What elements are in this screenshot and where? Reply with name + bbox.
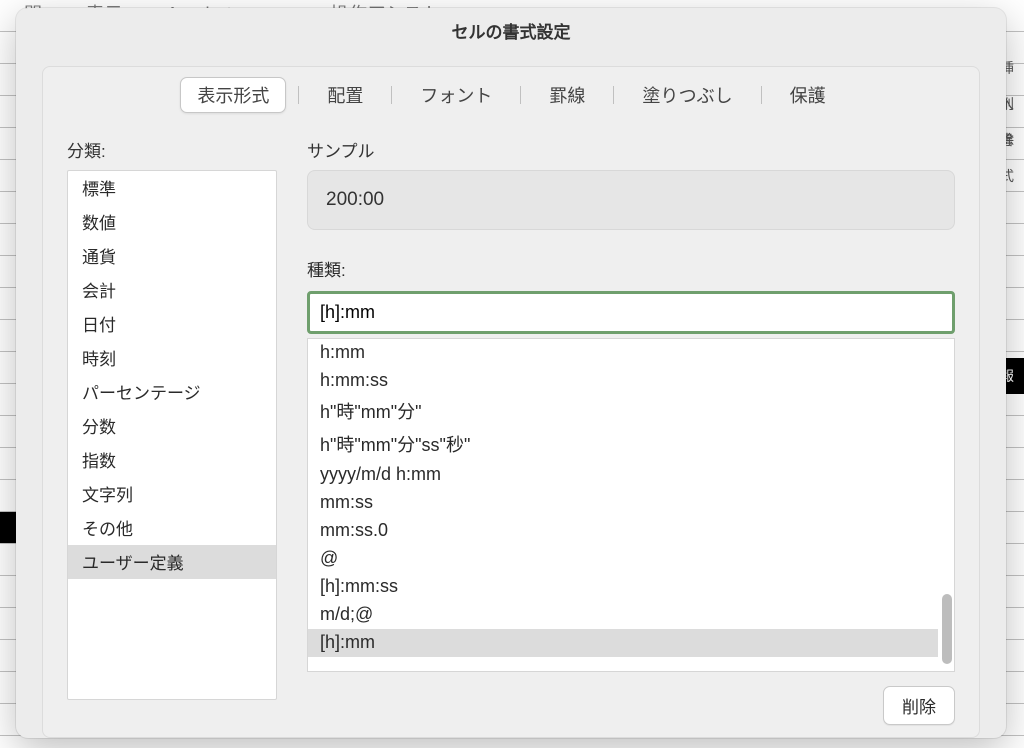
type-item[interactable]: h"時"mm"分"ss"秒" [308, 428, 938, 461]
category-item[interactable]: 時刻 [68, 341, 276, 375]
tab-font[interactable]: フォント [404, 78, 508, 112]
sample-box: 200:00 [307, 170, 955, 230]
tab-separator [391, 86, 392, 104]
type-input-wrap [307, 291, 955, 334]
tab-protect[interactable]: 保護 [774, 78, 842, 112]
type-item[interactable]: mm:ss [308, 489, 938, 517]
category-item[interactable]: 数値 [68, 205, 276, 239]
category-item[interactable]: 通貨 [68, 239, 276, 273]
tab-align[interactable]: 配置 [311, 78, 379, 112]
type-item[interactable]: m/d;@ [308, 601, 938, 629]
category-item[interactable]: 指数 [68, 443, 276, 477]
type-list-scrollbar[interactable] [942, 594, 952, 664]
category-item[interactable]: 日付 [68, 307, 276, 341]
tab-separator [761, 86, 762, 104]
type-item[interactable]: h"時"mm"分" [308, 395, 938, 428]
type-item[interactable]: h:mm:ss [308, 367, 938, 395]
type-item[interactable]: [h]:mm:ss [308, 573, 938, 601]
type-item[interactable]: [h]:mm [308, 629, 938, 657]
tab-separator [613, 86, 614, 104]
dialog-title: セルの書式設定 [16, 8, 1006, 51]
format-cells-dialog: セルの書式設定 表示形式 配置 フォント 罫線 塗りつぶし 保護 分類: 標準数… [16, 8, 1006, 738]
category-label: 分類: [67, 137, 277, 162]
category-item[interactable]: 分数 [68, 409, 276, 443]
type-item[interactable]: h:mm [308, 339, 938, 367]
category-item[interactable]: その他 [68, 511, 276, 545]
tab-separator [298, 86, 299, 104]
dialog-inner: 表示形式 配置 フォント 罫線 塗りつぶし 保護 分類: 標準数値通貨会計日付時… [42, 66, 980, 738]
tab-number[interactable]: 表示形式 [180, 77, 286, 113]
type-label: 種類: [307, 256, 955, 281]
type-item[interactable]: mm:ss.0 [308, 517, 938, 545]
sample-value: 200:00 [326, 189, 384, 210]
category-list[interactable]: 標準数値通貨会計日付時刻パーセンテージ分数指数文字列その他ユーザー定義 [67, 170, 277, 700]
tab-fill[interactable]: 塗りつぶし [626, 78, 748, 112]
category-item[interactable]: 標準 [68, 171, 276, 205]
type-item[interactable]: yyyy/m/d h:mm [308, 461, 938, 489]
category-item[interactable]: パーセンテージ [68, 375, 276, 409]
category-item[interactable]: 文字列 [68, 477, 276, 511]
category-item[interactable]: 会計 [68, 273, 276, 307]
category-item[interactable]: ユーザー定義 [68, 545, 276, 579]
tab-bar: 表示形式 配置 フォント 罫線 塗りつぶし 保護 [43, 67, 979, 123]
tab-border[interactable]: 罫線 [533, 78, 601, 112]
delete-button[interactable]: 削除 [883, 686, 955, 725]
sample-label: サンプル [307, 137, 955, 162]
type-item[interactable]: @ [308, 545, 938, 573]
tab-separator [520, 86, 521, 104]
type-input[interactable] [310, 294, 952, 331]
type-list[interactable]: h:mmh:mm:ssh"時"mm"分"h"時"mm"分"ss"秒"yyyy/m… [307, 338, 955, 672]
